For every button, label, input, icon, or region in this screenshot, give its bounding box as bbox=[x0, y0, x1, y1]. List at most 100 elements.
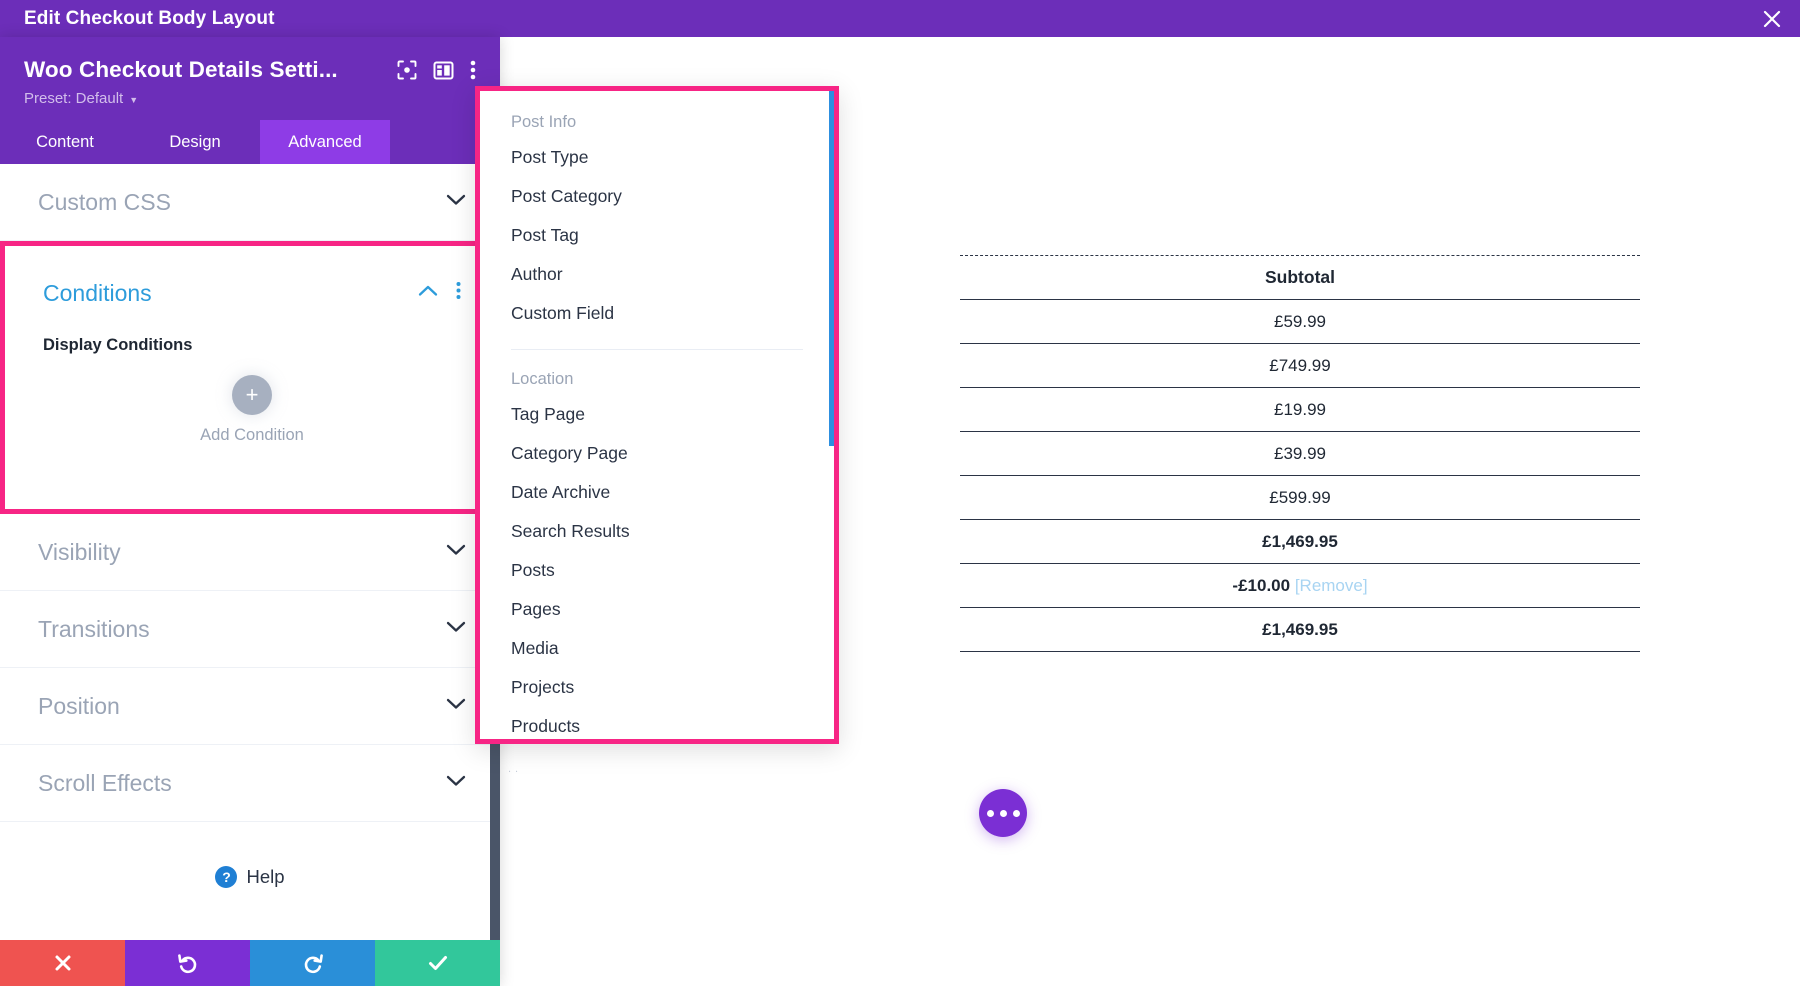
section-scroll-effects[interactable]: Scroll Effects bbox=[0, 745, 500, 822]
dropdown-divider bbox=[511, 349, 803, 350]
check-icon bbox=[426, 951, 450, 975]
dropdown-item[interactable]: Search Results bbox=[480, 512, 834, 551]
panel-kebab-menu-button[interactable] bbox=[470, 59, 476, 81]
section-conditions-header[interactable]: Conditions bbox=[43, 264, 461, 322]
section-custom-css[interactable]: Custom CSS bbox=[0, 164, 500, 241]
table-cell-subtotal: £19.99 bbox=[960, 388, 1640, 432]
section-conditions-label: Conditions bbox=[43, 280, 152, 307]
floating-options-button[interactable] bbox=[979, 789, 1027, 837]
window-titlebar: Edit Checkout Body Layout bbox=[0, 0, 1800, 37]
section-scroll-effects-label: Scroll Effects bbox=[38, 770, 172, 797]
dropdown-group-label: Location bbox=[480, 370, 834, 389]
cell-value: £19.99 bbox=[1274, 400, 1326, 419]
cell-value: £39.99 bbox=[1274, 444, 1326, 463]
cell-value: -£10.00 bbox=[1232, 576, 1290, 595]
cancel-button[interactable] bbox=[0, 940, 125, 986]
preset-label: Preset: Default bbox=[24, 90, 123, 107]
tab-design[interactable]: Design bbox=[130, 120, 260, 164]
table-row: £19.99 bbox=[960, 388, 1640, 432]
dropdown-item[interactable]: Posts bbox=[480, 551, 834, 590]
dropdown-scrollbar[interactable] bbox=[829, 91, 836, 446]
dropdown-item[interactable]: Date Archive bbox=[480, 473, 834, 512]
tab-content-label: Content bbox=[36, 133, 94, 152]
dropdown-item[interactable]: Pages bbox=[480, 590, 834, 629]
table-row: £599.99 bbox=[960, 476, 1640, 520]
dropdown-item[interactable]: Post Category bbox=[480, 177, 834, 216]
chevron-down-icon bbox=[446, 774, 466, 792]
kebab-menu-icon bbox=[456, 281, 461, 300]
section-visibility[interactable]: Visibility bbox=[0, 514, 500, 591]
focus-target-icon bbox=[397, 60, 417, 80]
column-header-subtotal: Subtotal bbox=[960, 256, 1640, 300]
tab-advanced-label: Advanced bbox=[288, 133, 361, 152]
table-row: £1,469.95 bbox=[960, 608, 1640, 652]
section-transitions-label: Transitions bbox=[38, 616, 150, 643]
dropdown-item[interactable]: Products bbox=[480, 707, 834, 744]
help-label: Help bbox=[246, 866, 284, 888]
order-totals-table: Subtotal £59.99 £749.99 £19.99 £39.99 £599.9… bbox=[960, 255, 1640, 652]
conditions-dropdown-list: Post InfoPost TypePost CategoryPost TagA… bbox=[480, 91, 834, 739]
layout-columns-icon-button[interactable] bbox=[433, 60, 454, 81]
screen-root: Edit Checkout Body Layout Subtotal £59.9… bbox=[0, 0, 1800, 986]
table-cell-subtotal: £749.99 bbox=[960, 344, 1640, 388]
ellipsis-icon bbox=[987, 810, 1020, 817]
x-icon bbox=[52, 952, 74, 974]
chevron-down-icon bbox=[446, 697, 466, 715]
help-link[interactable]: ? Help bbox=[0, 822, 500, 932]
table-row: £59.99 bbox=[960, 300, 1640, 344]
dropdown-item[interactable]: Projects bbox=[480, 668, 834, 707]
chevron-down-icon bbox=[446, 193, 466, 211]
table-cell-subtotal: £1,469.95 bbox=[960, 608, 1640, 652]
add-condition-button[interactable]: + Add Condition bbox=[43, 375, 461, 445]
table-header-row: Subtotal bbox=[960, 256, 1640, 300]
cell-value: £599.99 bbox=[1269, 488, 1330, 507]
table-cell-subtotal: £59.99 bbox=[960, 300, 1640, 344]
cell-value: £749.99 bbox=[1269, 356, 1330, 375]
redo-button[interactable] bbox=[250, 940, 375, 986]
redo-icon bbox=[301, 951, 325, 975]
section-visibility-label: Visibility bbox=[38, 539, 121, 566]
close-window-button[interactable] bbox=[1744, 0, 1800, 37]
dropdown-item[interactable]: Author bbox=[480, 255, 834, 294]
table-row: £1,469.95 bbox=[960, 520, 1640, 564]
dropdown-item[interactable]: Post Type bbox=[480, 138, 834, 177]
table-row: -£10.00 [Remove] bbox=[960, 564, 1640, 608]
plus-icon: + bbox=[232, 375, 272, 415]
focus-target-icon-button[interactable] bbox=[397, 60, 417, 80]
chevron-down-icon: ▼ bbox=[129, 95, 138, 105]
tab-content[interactable]: Content bbox=[0, 120, 130, 164]
dropdown-item[interactable]: Media bbox=[480, 629, 834, 668]
panel-footer bbox=[0, 940, 500, 986]
dropdown-item[interactable]: Custom Field bbox=[480, 294, 834, 333]
table-cell-subtotal: £599.99 bbox=[960, 476, 1640, 520]
undo-button[interactable] bbox=[125, 940, 250, 986]
cell-value: £59.99 bbox=[1274, 312, 1326, 331]
module-settings-panel: Woo Checkout Details Setti... bbox=[0, 37, 500, 986]
conditions-kebab-menu-button[interactable] bbox=[456, 281, 461, 305]
layout-columns-icon bbox=[433, 60, 454, 81]
tab-design-label: Design bbox=[169, 133, 220, 152]
dropdown-item[interactable]: Tag Page bbox=[480, 395, 834, 434]
table-row: £39.99 bbox=[960, 432, 1640, 476]
add-condition-label: Add Condition bbox=[200, 426, 304, 445]
chevron-up-icon[interactable] bbox=[418, 284, 438, 302]
table-row: £749.99 bbox=[960, 344, 1640, 388]
display-conditions-label: Display Conditions bbox=[43, 336, 461, 355]
section-position[interactable]: Position bbox=[0, 668, 500, 745]
kebab-menu-icon bbox=[470, 59, 476, 81]
panel-sections-scroll: Custom CSS Conditions bbox=[0, 164, 500, 940]
conditions-dropdown: Post InfoPost TypePost CategoryPost TagA… bbox=[475, 86, 839, 744]
tab-advanced[interactable]: Advanced bbox=[260, 120, 390, 164]
preset-selector[interactable]: Preset: Default ▼ bbox=[24, 90, 138, 107]
cell-value: £1,469.95 bbox=[1262, 620, 1338, 639]
window-title: Edit Checkout Body Layout bbox=[0, 8, 275, 30]
dropdown-item[interactable]: Post Tag bbox=[480, 216, 834, 255]
section-custom-css-label: Custom CSS bbox=[38, 189, 171, 216]
chevron-down-icon bbox=[446, 543, 466, 561]
dropdown-item[interactable]: Category Page bbox=[480, 434, 834, 473]
section-transitions[interactable]: Transitions bbox=[0, 591, 500, 668]
remove-link[interactable]: [Remove] bbox=[1290, 576, 1367, 595]
table-cell-subtotal: £39.99 bbox=[960, 432, 1640, 476]
panel-header: Woo Checkout Details Setti... bbox=[0, 37, 500, 120]
save-button[interactable] bbox=[375, 940, 500, 986]
